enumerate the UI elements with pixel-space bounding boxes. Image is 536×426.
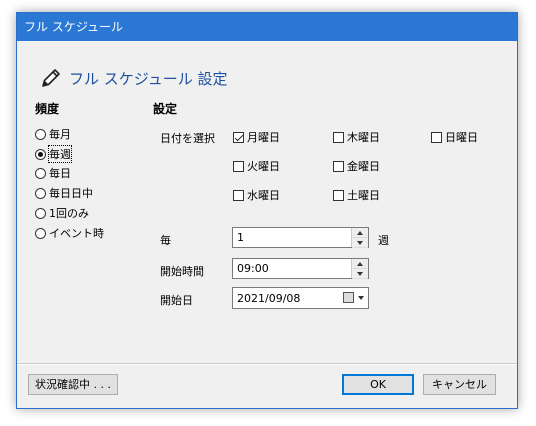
dialog-heading: フル スケジュール 設定 [39, 65, 228, 91]
frequency-title: 頻度 [35, 102, 60, 116]
every-spinner[interactable]: 1 [232, 227, 369, 248]
checkbox-tuesday[interactable]: 火曜日 [233, 158, 280, 174]
radio-circle[interactable] [35, 227, 46, 239]
spinner-buttons[interactable] [351, 259, 368, 279]
checkbox-box[interactable] [233, 189, 244, 201]
checkbox-label: 日曜日 [445, 131, 478, 144]
checkbox-label: 水曜日 [247, 189, 280, 202]
cancel-button[interactable]: キャンセル [423, 374, 496, 395]
status-check-button[interactable]: 状況確認中 . . . [28, 374, 118, 395]
schedule-dialog: フル スケジュール フル スケジュール 設定 頻度 毎月 毎週 毎日 毎日日中 … [16, 12, 518, 409]
spin-down-icon[interactable] [352, 269, 368, 279]
start-date-picker[interactable]: 2021/09/08 [232, 287, 369, 309]
radio-label: 毎日日中 [49, 187, 93, 200]
checkbox-monday[interactable]: 月曜日 [233, 129, 280, 145]
checkbox-box[interactable] [431, 131, 442, 143]
radio-once[interactable]: 1回のみ [35, 204, 89, 222]
radio-daily-daytime[interactable]: 毎日日中 [35, 184, 93, 202]
checkbox-box[interactable] [333, 160, 344, 172]
start-time-label: 開始時間 [160, 265, 204, 278]
every-label: 毎 [160, 234, 171, 247]
checkbox-label: 金曜日 [347, 160, 380, 173]
radio-label: 毎月 [49, 128, 71, 141]
checkbox-friday[interactable]: 金曜日 [333, 158, 380, 174]
spin-up-icon[interactable] [352, 228, 368, 238]
radio-circle-selected[interactable] [35, 148, 46, 160]
checkbox-thursday[interactable]: 木曜日 [333, 129, 380, 145]
checkbox-box[interactable] [333, 189, 344, 201]
spinner-buttons[interactable] [351, 228, 368, 248]
checkbox-saturday[interactable]: 土曜日 [333, 187, 380, 203]
radio-label: 毎週 [48, 145, 72, 163]
checkbox-box[interactable] [333, 131, 344, 143]
window-title: フル スケジュール [24, 20, 123, 34]
radio-label: 1回のみ [49, 207, 89, 220]
radio-weekly[interactable]: 毎週 [35, 145, 72, 163]
checkbox-sunday[interactable]: 日曜日 [431, 129, 478, 145]
radio-label: 毎日 [49, 167, 71, 180]
settings-title: 設定 [153, 102, 178, 116]
heading-text: フル スケジュール 設定 [69, 69, 228, 88]
start-time-spinner[interactable]: 09:00 [232, 258, 369, 279]
start-time-value: 09:00 [237, 262, 269, 275]
separator [17, 363, 517, 365]
chevron-down-icon[interactable] [358, 296, 364, 300]
checkbox-label: 月曜日 [247, 131, 280, 144]
radio-circle[interactable] [35, 187, 46, 199]
checkbox-wednesday[interactable]: 水曜日 [233, 187, 280, 203]
checkbox-box[interactable] [233, 160, 244, 172]
calendar-icon[interactable] [343, 292, 354, 303]
checkbox-label: 土曜日 [347, 189, 380, 202]
checkbox-label: 木曜日 [347, 131, 380, 144]
title-bar: フル スケジュール [17, 13, 517, 41]
start-date-value: 2021/09/08 [237, 292, 301, 305]
radio-label: イベント時 [49, 227, 104, 240]
spin-up-icon[interactable] [352, 259, 368, 269]
every-value: 1 [237, 231, 244, 244]
pencil-icon [42, 69, 60, 87]
day-select-label: 日付を選択 [160, 132, 215, 145]
radio-circle[interactable] [35, 207, 46, 219]
start-date-label: 開始日 [160, 294, 193, 307]
checkbox-label: 火曜日 [247, 160, 280, 173]
radio-daily[interactable]: 毎日 [35, 164, 71, 182]
radio-circle[interactable] [35, 167, 46, 179]
spin-down-icon[interactable] [352, 238, 368, 248]
checkbox-box-checked[interactable] [233, 131, 244, 143]
radio-monthly[interactable]: 毎月 [35, 125, 71, 143]
every-unit: 週 [378, 234, 389, 247]
ok-button[interactable]: OK [342, 374, 414, 395]
radio-on-event[interactable]: イベント時 [35, 224, 104, 242]
radio-circle[interactable] [35, 128, 46, 140]
